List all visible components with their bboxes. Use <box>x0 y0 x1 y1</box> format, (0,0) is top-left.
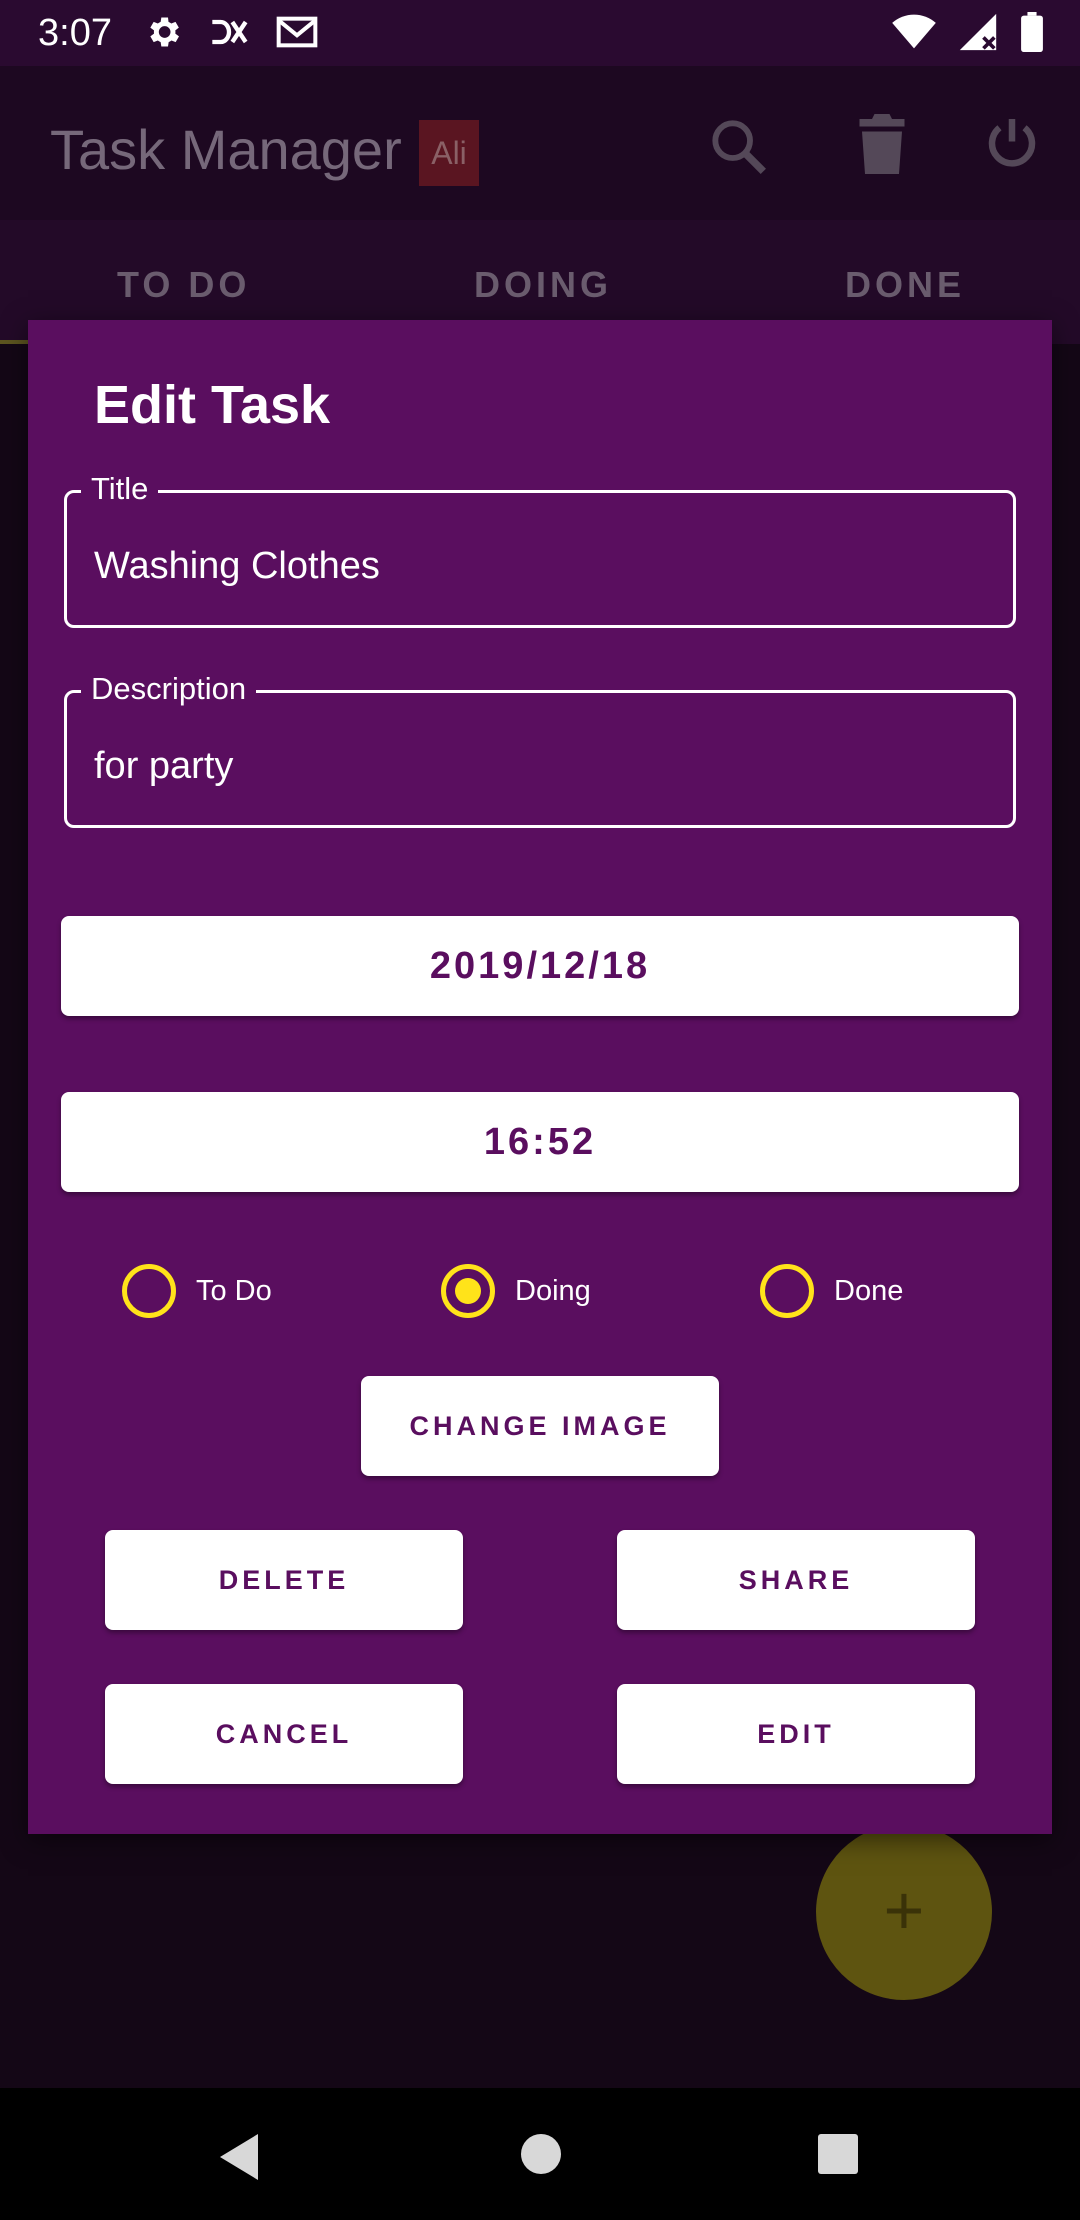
app-bar: Task Manager Ali <box>0 66 1080 220</box>
back-icon[interactable] <box>216 2132 262 2187</box>
description-field-label: Description <box>81 669 257 709</box>
radio-circle-to-do[interactable] <box>122 1264 176 1318</box>
power-icon[interactable] <box>982 114 1042 179</box>
delete-button[interactable]: DELETE <box>105 1530 463 1630</box>
trash-icon[interactable] <box>856 114 908 179</box>
tab-done[interactable]: DONE <box>845 264 965 306</box>
change-image-button[interactable]: CHANGE IMAGE <box>361 1376 719 1476</box>
cancel-button[interactable]: CANCEL <box>105 1684 463 1784</box>
time-picker-button[interactable]: 16:52 <box>61 1092 1019 1192</box>
radio-selected-dot <box>455 1278 481 1304</box>
radio-label-to-do: To Do <box>196 1274 272 1307</box>
radio-to-do[interactable]: To Do <box>122 1264 272 1318</box>
title-field-label: Title <box>81 469 159 509</box>
navigation-bar <box>0 2088 1080 2220</box>
gear-icon <box>143 12 183 52</box>
share-button[interactable]: SHARE <box>617 1530 975 1630</box>
radio-doing[interactable]: Doing <box>441 1264 591 1318</box>
title-input[interactable]: Washing Clothes <box>94 543 994 589</box>
wifi-icon <box>892 12 936 52</box>
radio-circle-doing[interactable] <box>441 1264 495 1318</box>
status-time: 3:07 <box>38 12 112 54</box>
date-picker-button[interactable]: 2019/12/18 <box>61 916 1019 1016</box>
signal-icon <box>958 12 998 52</box>
description-input[interactable]: for party <box>94 743 994 789</box>
home-icon[interactable] <box>519 2132 563 2181</box>
gmail-icon <box>275 12 319 52</box>
radio-done[interactable]: Done <box>760 1264 903 1318</box>
add-task-fab[interactable]: + <box>816 1824 992 2000</box>
edit-task-dialog: Edit Task Title Washing Clothes Descript… <box>28 320 1052 1834</box>
title-field[interactable]: Title Washing Clothes <box>64 469 1016 628</box>
status-radio-group: To Do Doing Done <box>28 1264 1052 1324</box>
dialog-title: Edit Task <box>94 375 331 435</box>
status-bar: 3:07 <box>0 0 1080 66</box>
dx-icon <box>209 12 249 52</box>
app-title: Task Manager <box>50 118 402 181</box>
battery-icon <box>1020 12 1044 52</box>
description-field[interactable]: Description for party <box>64 669 1016 828</box>
radio-label-doing: Doing <box>515 1274 591 1307</box>
radio-circle-done[interactable] <box>760 1264 814 1318</box>
edit-button[interactable]: EDIT <box>617 1684 975 1784</box>
search-icon[interactable] <box>706 114 770 183</box>
tab-to-do[interactable]: TO DO <box>117 264 250 306</box>
tab-doing[interactable]: DOING <box>474 264 612 306</box>
user-badge: Ali <box>419 120 479 186</box>
radio-label-done: Done <box>834 1274 904 1307</box>
recents-icon[interactable] <box>816 2132 860 2181</box>
